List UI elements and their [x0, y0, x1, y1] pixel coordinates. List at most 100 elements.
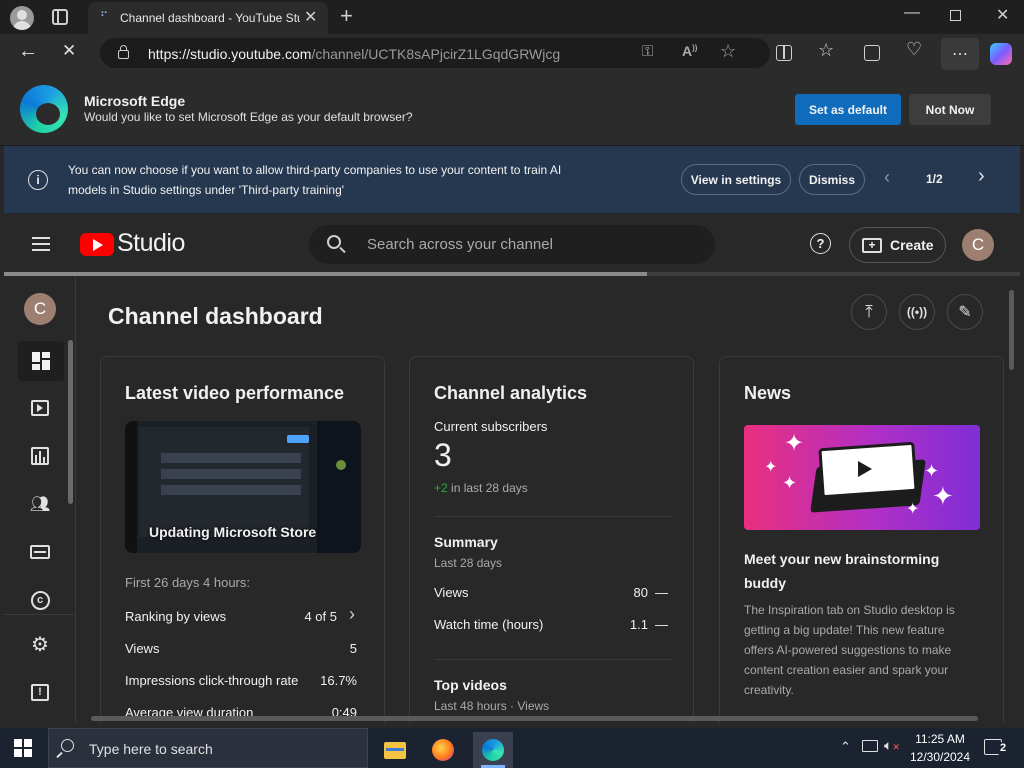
upload-video-button[interactable]: ⤒ — [851, 294, 887, 330]
dashboard-icon — [32, 352, 50, 370]
collections-icon[interactable] — [864, 45, 880, 61]
url-bar[interactable]: https://studio.youtube.com/channel/UCTK8… — [100, 38, 770, 68]
minimize-icon[interactable]: — — [904, 4, 920, 22]
channel-analytics-card: Channel analytics Current subscribers 3 … — [409, 356, 694, 723]
close-window-icon[interactable]: ✕ — [996, 5, 1009, 25]
news-image[interactable]: ✦ ✦ ✦ ✦ ✦ ✦ — [744, 425, 980, 530]
upload-icon: ⤒ — [865, 302, 873, 321]
browser-tab-bar: ⠋ Channel dashboard - YouTube Stu ✕ + — … — [0, 0, 1024, 34]
analytics-divider-1 — [434, 516, 671, 517]
ranking-value: 4 of 5 — [304, 609, 337, 624]
third-party-training-notice: i You can now choose if you want to allo… — [4, 146, 1020, 213]
content-icon — [31, 400, 49, 416]
news-headline-2[interactable]: buddy — [744, 575, 786, 591]
studio-header: Studio Search across your channel ? + Cr… — [4, 213, 1020, 275]
windows-start-icon[interactable] — [14, 739, 32, 757]
network-icon[interactable] — [862, 740, 878, 752]
ctr-value: 16.7% — [320, 673, 357, 688]
favorite-star-icon[interactable]: ☆ — [720, 41, 736, 62]
show-hidden-icons[interactable]: ⌃ — [840, 739, 851, 755]
clock-time[interactable]: 11:25 AM — [912, 732, 968, 746]
video-period: First 26 days 4 hours: — [125, 575, 250, 590]
default-browser-banner: Microsoft Edge Would you like to set Mic… — [0, 74, 1024, 146]
sidebar-item-content[interactable] — [20, 388, 60, 428]
feedback-icon: ! — [31, 683, 49, 701]
create-post-button[interactable]: ✎ — [947, 294, 983, 330]
sidebar-item-analytics[interactable] — [20, 436, 60, 476]
subscribers-delta-suffix: in last 28 days — [451, 481, 528, 495]
settings-more-button[interactable]: ⋯ — [941, 38, 979, 70]
volume-muted-icon[interactable]: 🔈︎✕ — [884, 737, 900, 754]
create-video-icon: + — [862, 238, 882, 253]
stop-loading-icon[interactable]: ✕ — [62, 41, 76, 61]
back-icon[interactable]: ← — [18, 40, 38, 63]
subscribers-delta-line: +2 in last 28 days — [434, 481, 528, 495]
key-icon[interactable]: ⚿ — [642, 43, 653, 60]
address-bar-row: ← ✕ https://studio.youtube.com/channel/U… — [0, 34, 1024, 74]
set-as-default-button[interactable]: Set as default — [795, 94, 901, 125]
sparkle-icon: ✦ — [906, 501, 920, 518]
view-in-settings-button[interactable]: View in settings — [681, 164, 791, 195]
sidebar-item-feedback[interactable]: ! — [20, 672, 60, 712]
sidebar-scrollbar[interactable] — [68, 340, 73, 504]
browser-essentials-icon[interactable]: ♡ — [906, 39, 922, 60]
latest-video-card: Latest video performance Updating Micros… — [100, 356, 385, 723]
ranking-chevron-icon[interactable]: › — [349, 604, 355, 625]
news-headline-1[interactable]: Meet your new brainstorming — [744, 551, 939, 567]
sidebar-item-dashboard[interactable] — [18, 341, 64, 381]
page-title: Channel dashboard — [108, 303, 323, 329]
subscribers-label: Current subscribers — [434, 419, 548, 434]
analytics-views-label: Views — [434, 585, 469, 600]
split-screen-icon[interactable] — [776, 45, 792, 61]
search-box[interactable]: Search across your channel — [309, 225, 715, 264]
dismiss-button[interactable]: Dismiss — [799, 164, 865, 195]
not-now-button[interactable]: Not Now — [909, 94, 991, 125]
news-body-2: getting a big update! This new feature — [744, 623, 945, 637]
create-button[interactable]: + Create — [849, 227, 946, 263]
news-body-5: creativity. — [744, 683, 794, 697]
sidebar-item-community[interactable]: 👥︎ — [20, 484, 60, 524]
read-aloud-icon[interactable]: A)) — [682, 43, 697, 59]
ctr-label: Impressions click-through rate — [125, 673, 299, 688]
news-title: News — [744, 383, 792, 403]
search-icon-handle — [339, 246, 346, 254]
favorites-icon[interactable]: ☆ — [818, 40, 834, 61]
news-body-1: The Inspiration tab on Studio desktop is — [744, 603, 955, 617]
account-avatar[interactable]: C — [962, 229, 994, 261]
video-thumbnail[interactable]: Updating Microsoft Store — [125, 421, 361, 553]
tab-actions-icon[interactable] — [52, 9, 68, 25]
help-icon[interactable]: ? — [810, 233, 831, 254]
close-tab-icon[interactable]: ✕ — [304, 7, 317, 27]
clock-date[interactable]: 12/30/2024 — [908, 750, 972, 764]
sparkle-icon: ✦ — [784, 430, 805, 457]
lock-icon[interactable] — [118, 50, 129, 59]
next-notice-icon[interactable]: › — [978, 165, 985, 188]
firefox-icon[interactable] — [423, 732, 463, 768]
hamburger-menu-icon[interactable] — [32, 237, 50, 251]
edge-taskbar-icon[interactable] — [473, 732, 513, 768]
ranking-label: Ranking by views — [125, 609, 227, 624]
go-live-button[interactable]: ((•)) — [899, 294, 935, 330]
main-vertical-scrollbar[interactable] — [1009, 290, 1014, 370]
active-tab[interactable]: ⠋ Channel dashboard - YouTube Stu ✕ — [88, 2, 328, 34]
views-value: 5 — [349, 641, 357, 656]
notification-count: 2 — [996, 742, 1010, 756]
file-explorer-icon[interactable] — [375, 732, 415, 768]
sparkle-icon: ✦ — [924, 461, 940, 481]
banner-message: Would you like to set Microsoft Edge as … — [84, 110, 413, 124]
profile-avatar-icon[interactable] — [10, 6, 34, 30]
news-body-3: offers AI-powered suggestions to make — [744, 643, 952, 657]
sidebar-item-settings[interactable]: ⚙ — [20, 624, 60, 664]
copyright-icon: c — [30, 590, 50, 610]
main-horizontal-scrollbar[interactable] — [91, 716, 978, 721]
restore-icon[interactable] — [950, 10, 961, 21]
taskbar-search-box[interactable]: Type here to search — [48, 728, 368, 768]
analytics-icon — [31, 447, 49, 465]
news-card: News ✦ ✦ ✦ ✦ ✦ ✦ Meet your new brainstor… — [719, 356, 1004, 723]
new-tab-icon[interactable]: + — [340, 3, 353, 29]
youtube-logo-icon[interactable] — [80, 233, 114, 256]
copilot-icon[interactable] — [990, 43, 1012, 65]
channel-avatar[interactable]: C — [24, 293, 56, 325]
prev-notice-icon[interactable]: ‹ — [884, 167, 890, 188]
sidebar-item-subtitles[interactable] — [20, 532, 60, 572]
